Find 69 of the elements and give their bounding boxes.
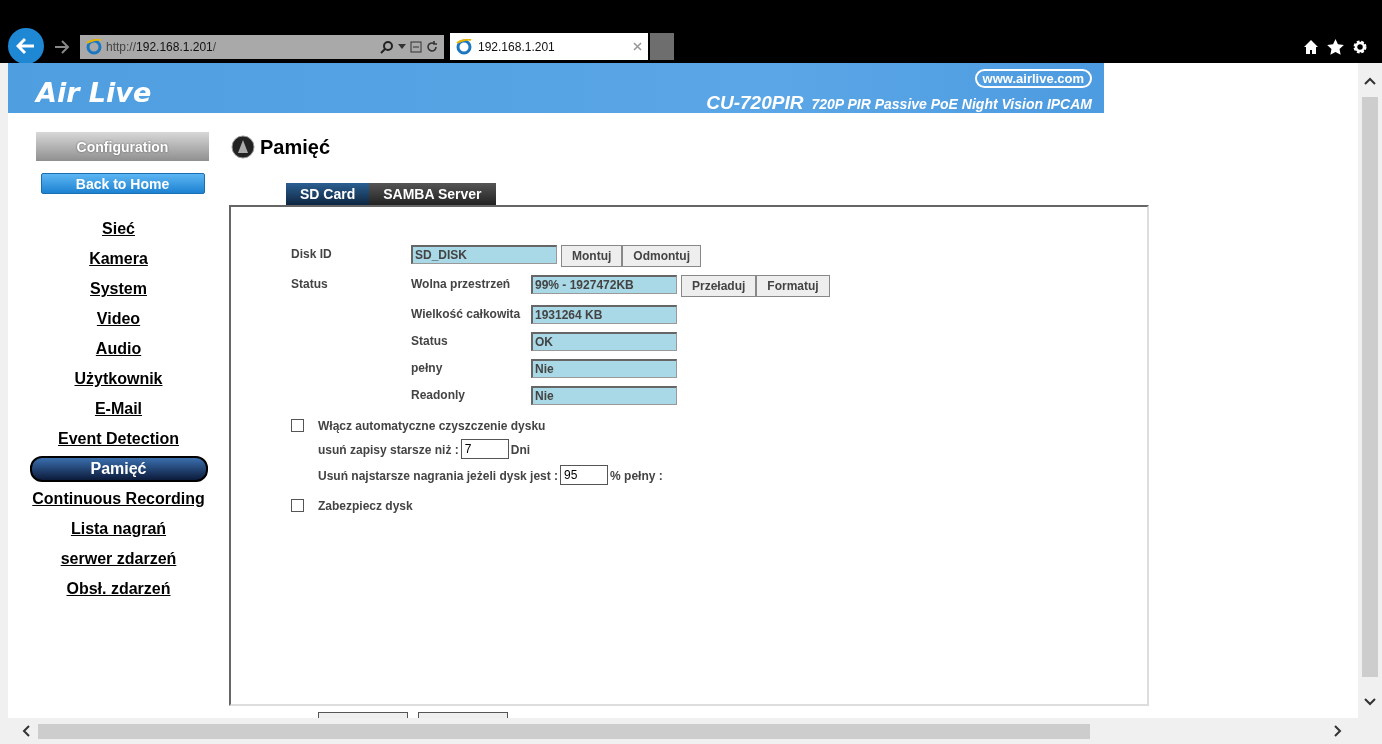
- close-icon: [633, 42, 642, 51]
- back-button[interactable]: [8, 27, 44, 64]
- compatibility-icon: [410, 40, 422, 53]
- checkbox[interactable]: [291, 498, 304, 512]
- status-field[interactable]: 99% - 1927472KB: [531, 275, 677, 294]
- checkbox[interactable]: [291, 418, 304, 432]
- nav-link[interactable]: Audio: [95, 334, 142, 364]
- nav-link[interactable]: E-Mail: [94, 394, 143, 424]
- disk-button[interactable]: Formatuj: [756, 275, 830, 297]
- scroll-down-icon[interactable]: [1364, 698, 1376, 706]
- nav-link[interactable]: Video: [96, 304, 141, 334]
- search-icon: [380, 39, 394, 54]
- nav-link[interactable]: Sieć: [102, 214, 135, 244]
- unit-label: % pełny :: [610, 468, 663, 483]
- nav-link[interactable]: Kamera: [89, 244, 148, 274]
- disk-button[interactable]: Przeładuj: [681, 275, 757, 297]
- page-title: Pamięć: [260, 135, 331, 159]
- nav-link[interactable]: Event Detection: [58, 424, 179, 454]
- nav-link[interactable]: Obsł. zdarzeń: [66, 574, 171, 604]
- scroll-left-icon[interactable]: [22, 725, 30, 737]
- scroll-up-icon[interactable]: [1364, 77, 1376, 85]
- browser-tab[interactable]: 192.168.1.201: [450, 33, 648, 60]
- nav-link[interactable]: System: [90, 274, 147, 304]
- star-icon: [1327, 38, 1344, 55]
- model-name: CU-720PIR: [706, 92, 804, 114]
- camera-badge-icon: [231, 135, 255, 159]
- dropdown-caret-icon: [398, 43, 406, 50]
- nav-link[interactable]: serwer zdarzeń: [60, 544, 177, 574]
- status-field[interactable]: 1931264 KB: [531, 305, 677, 324]
- settings-icon: [1352, 38, 1368, 55]
- field-label: Wolna przestrzeń: [411, 276, 512, 293]
- field-label: Wielkość całkowita: [411, 306, 522, 323]
- back-arrow-icon: [16, 36, 36, 55]
- tab[interactable]: SD Card: [286, 183, 370, 205]
- disk-button[interactable]: Montuj: [561, 245, 623, 267]
- status-field[interactable]: Nie: [531, 359, 677, 378]
- status-field[interactable]: Nie: [531, 386, 677, 405]
- tab[interactable]: SAMBA Server: [369, 183, 496, 205]
- field-label: Status: [411, 333, 449, 350]
- disk-button[interactable]: Odmontuj: [622, 245, 701, 267]
- url-text: http://192.168.1.201/: [106, 39, 218, 54]
- logo: Air Live: [33, 76, 152, 110]
- browser-logo-icon: [86, 38, 102, 55]
- website-label: www.airlive.com: [974, 69, 1092, 88]
- scroll-right-icon[interactable]: [1334, 725, 1342, 737]
- disk-id-field[interactable]: SD_DISK: [411, 245, 557, 264]
- refresh-icon: [426, 40, 438, 53]
- field-label: pełny: [411, 360, 444, 377]
- nav-link[interactable]: Pamięć: [29, 456, 208, 482]
- field-label: Readonly: [411, 387, 466, 404]
- field-label: Status: [291, 276, 329, 293]
- checkbox-label: Włącz automatyczne czyszczenie dysku: [318, 418, 546, 433]
- nav-link[interactable]: Lista nagrań: [70, 514, 167, 544]
- field-label: usuń zapisy starsze niż :: [318, 442, 459, 457]
- nav-link[interactable]: Użytkownik: [74, 364, 163, 394]
- field-label: Disk ID: [291, 246, 333, 263]
- checkbox-label: Zabezpiecz dysk: [318, 498, 413, 513]
- model-description: 720P PIR Passive PoE Night Vision IPCAM: [811, 96, 1092, 112]
- configuration-header: Configuration: [36, 132, 209, 161]
- status-field[interactable]: OK: [531, 332, 677, 351]
- nav-link[interactable]: Continuous Recording: [32, 484, 205, 514]
- unit-label: Dni: [510, 442, 531, 457]
- address-bar[interactable]: http://192.168.1.201/: [80, 34, 444, 59]
- home-icon: [1303, 38, 1319, 55]
- field-label: Usuń najstarsze nagrania jeżeli dysk jest :: [318, 468, 559, 483]
- forward-arrow-icon: [54, 39, 70, 54]
- percent-field[interactable]: 95: [560, 465, 609, 485]
- days-field[interactable]: 7: [460, 439, 509, 459]
- browser-logo-icon: [456, 38, 472, 55]
